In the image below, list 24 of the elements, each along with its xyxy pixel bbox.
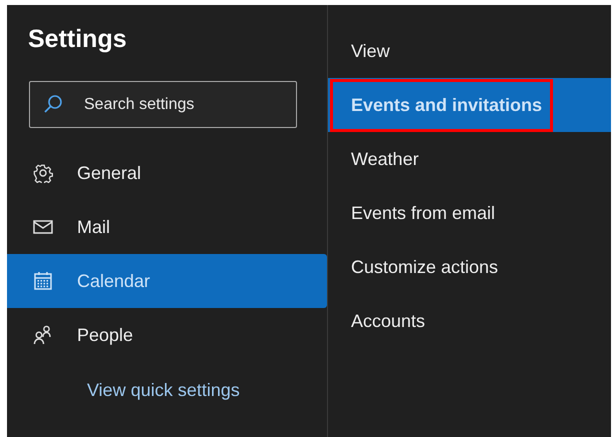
subnav-item[interactable]: Accounts bbox=[328, 294, 611, 348]
subnav-label: Accounts bbox=[350, 310, 426, 332]
nav-item[interactable]: People bbox=[7, 308, 327, 362]
subnav-item[interactable]: View bbox=[328, 24, 611, 78]
subnav-label: View bbox=[350, 40, 391, 62]
subnav-item[interactable]: Weather bbox=[328, 132, 611, 186]
subnav-label: Events and invitations bbox=[330, 78, 554, 132]
people-icon bbox=[33, 325, 53, 345]
subnav-item[interactable]: Customize actions bbox=[328, 240, 611, 294]
nav-item[interactable]: Mail bbox=[7, 200, 327, 254]
search-field[interactable]: Search settings bbox=[29, 81, 297, 128]
subnav-label: Weather bbox=[350, 148, 420, 170]
subnav-item[interactable]: Events from email bbox=[328, 186, 611, 240]
gear-icon bbox=[33, 163, 53, 183]
mail-icon bbox=[33, 219, 53, 235]
calendar-icon bbox=[33, 271, 53, 291]
quick-settings-link[interactable]: View quick settings bbox=[87, 380, 327, 401]
subnav-label: Events from email bbox=[350, 202, 496, 224]
search-icon bbox=[43, 94, 63, 114]
subnav-label: Customize actions bbox=[350, 256, 500, 278]
settings-title: Settings bbox=[27, 24, 128, 55]
nav-item[interactable]: Calendar bbox=[7, 254, 327, 308]
nav-item[interactable]: General bbox=[7, 146, 327, 200]
subnav-item[interactable]: Events and invitations bbox=[328, 78, 611, 132]
